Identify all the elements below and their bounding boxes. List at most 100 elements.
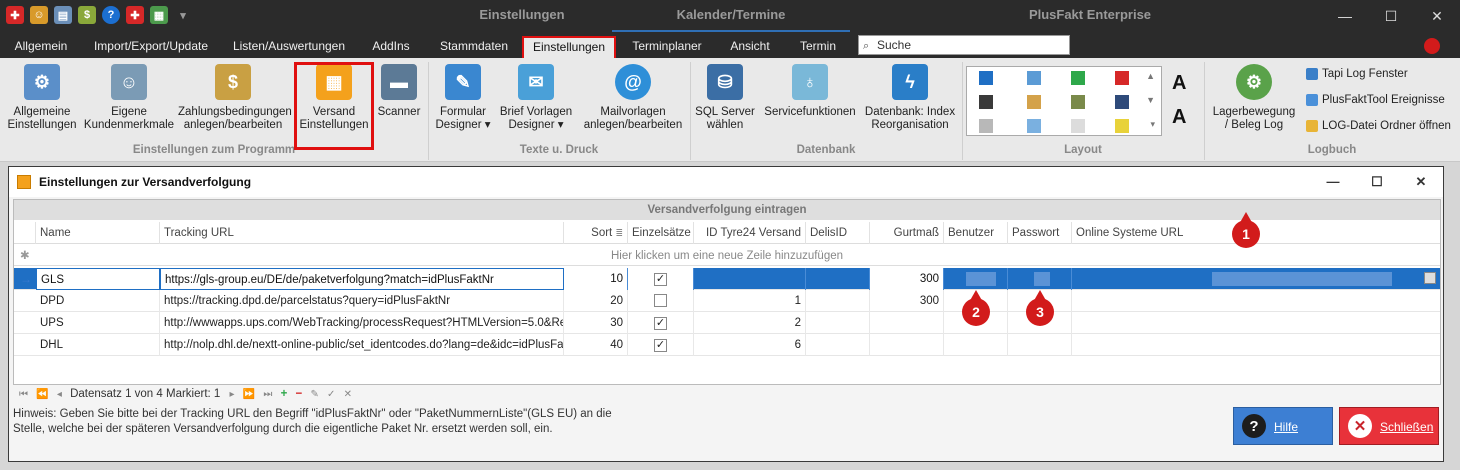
cell-delisid[interactable]: [806, 268, 870, 290]
col-header-gurtmass[interactable]: Gurtmaß: [870, 222, 944, 244]
gallery-more-icon[interactable]: ▾: [1150, 119, 1155, 130]
users-icon[interactable]: ☺: [30, 6, 48, 24]
cell-tyre24[interactable]: 6: [694, 334, 806, 356]
search-input[interactable]: ⌕ Suche: [858, 35, 1070, 55]
cell-passwort[interactable]: [1008, 334, 1072, 356]
zahlungsbedingungen-button[interactable]: $ Zahlungsbedingungen anlegen/bearbeiten: [178, 64, 292, 132]
tapi-log-button[interactable]: Tapi Log Fenster: [1306, 68, 1408, 80]
money-icon[interactable]: $: [78, 6, 96, 24]
minimize-button[interactable]: —: [1322, 0, 1368, 32]
layout-swatch[interactable]: [1027, 71, 1041, 85]
cell-sort[interactable]: 30: [564, 312, 628, 334]
close-dialog-button[interactable]: ✕ Schließen: [1339, 407, 1439, 445]
col-header-name[interactable]: Name: [36, 222, 160, 244]
cell-online-url[interactable]: [1072, 290, 1442, 312]
servicefunktionen-button[interactable]: ♁ Servicefunktionen: [760, 64, 860, 119]
layout-swatch[interactable]: [1115, 71, 1129, 85]
nav-prev-icon[interactable]: ◂: [57, 389, 62, 400]
cell-tyre24[interactable]: 1: [694, 290, 806, 312]
index-reorganisation-button[interactable]: ϟ Datenbank: Index Reorganisation: [862, 64, 958, 132]
layout-swatch[interactable]: [979, 119, 993, 133]
dialog-close-button[interactable]: ✕: [1399, 167, 1443, 197]
cell-sort[interactable]: 10: [564, 268, 628, 290]
tracking-grid[interactable]: Versandverfolgung eintragen Name Trackin…: [13, 199, 1441, 385]
cell-einzelsaetze[interactable]: [628, 290, 694, 312]
sql-server-button[interactable]: ⛁ SQL Server wählen: [694, 64, 756, 132]
cell-delisid[interactable]: [806, 290, 870, 312]
cell-gurtmass[interactable]: 300: [870, 268, 944, 290]
layout-swatch[interactable]: [1071, 95, 1085, 109]
tab-addins[interactable]: AddIns: [364, 36, 418, 58]
cell-name[interactable]: GLS: [36, 268, 160, 290]
table-row[interactable]: GLS https://gls-group.eu/DE/de/paketverf…: [14, 268, 1440, 290]
document-icon[interactable]: ▤: [54, 6, 72, 24]
table-row[interactable]: DPD https://tracking.dpd.de/parcelstatus…: [14, 290, 1440, 312]
cell-tyre24[interactable]: 2: [694, 312, 806, 334]
cell-sort[interactable]: 40: [564, 334, 628, 356]
nav-prev-page-icon[interactable]: ⏪: [36, 389, 48, 400]
layout-swatch[interactable]: [1115, 119, 1129, 133]
checkbox-checked[interactable]: ✓: [654, 317, 667, 330]
brief-vorlagen-button[interactable]: ✉ Brief Vorlagen Designer ▾: [496, 64, 576, 132]
layout-swatch[interactable]: [1071, 119, 1085, 133]
nav-edit-icon[interactable]: ✎: [310, 389, 318, 400]
calendar-icon[interactable]: ▦: [150, 6, 168, 24]
kundenmerkmale-button[interactable]: ☺ Eigene Kundenmerkmale: [82, 64, 176, 132]
cell-einzelsaetze[interactable]: ✓: [628, 268, 694, 290]
cell-benutzer[interactable]: [944, 268, 1008, 290]
tab-import-export[interactable]: Import/Export/Update: [88, 36, 214, 58]
cell-online-url[interactable]: [1072, 334, 1442, 356]
cell-einzelsaetze[interactable]: ✓: [628, 312, 694, 334]
cell-gurtmass[interactable]: 300: [870, 290, 944, 312]
cell-einzelsaetze[interactable]: ✓: [628, 334, 694, 356]
dialog-minimize-button[interactable]: —: [1311, 167, 1355, 197]
gallery-up-icon[interactable]: ▲: [1146, 71, 1155, 81]
layout-gallery[interactable]: ▲ ▼ ▾: [966, 66, 1162, 136]
cell-online-url[interactable]: [1072, 312, 1442, 334]
tab-terminplaner[interactable]: Terminplaner: [624, 36, 710, 58]
cell-sort[interactable]: 20: [564, 290, 628, 312]
tab-termin[interactable]: Termin: [790, 36, 846, 58]
nav-cancel-icon[interactable]: ✕: [344, 389, 352, 400]
layout-swatch[interactable]: [1027, 95, 1041, 109]
cell-url[interactable]: http://nolp.dhl.de/nextt-online-public/s…: [160, 334, 564, 356]
tab-stammdaten[interactable]: Stammdaten: [432, 36, 516, 58]
help-button[interactable]: ? Hilfe: [1233, 407, 1333, 445]
mailvorlagen-button[interactable]: @ Mailvorlagen anlegen/bearbeiten: [578, 64, 688, 132]
allgemeine-einstellungen-button[interactable]: ⚙ Allgemeine Einstellungen: [4, 64, 80, 132]
checkbox-checked[interactable]: ✓: [654, 339, 667, 352]
font-decrease-icon[interactable]: A: [1172, 106, 1186, 129]
cell-benutzer[interactable]: [944, 334, 1008, 356]
layout-swatch[interactable]: [979, 95, 993, 109]
cell-url[interactable]: http://wwwapps.ups.com/WebTracking/proce…: [160, 312, 564, 334]
layout-swatch[interactable]: [1115, 95, 1129, 109]
layout-swatch[interactable]: [1071, 71, 1085, 85]
cell-gurtmass[interactable]: [870, 312, 944, 334]
layout-swatch[interactable]: [1027, 119, 1041, 133]
chevron-down-icon[interactable]: ▾: [174, 6, 192, 24]
lagerbewegung-button[interactable]: ⚙ Lagerbewegung / Beleg Log: [1208, 64, 1300, 132]
cell-name[interactable]: DHL: [36, 334, 160, 356]
help-icon[interactable]: ?: [102, 6, 120, 24]
close-button[interactable]: ✕: [1414, 0, 1460, 32]
col-header-einzelsaetze[interactable]: Einzelsätze: [628, 222, 694, 244]
cell-delisid[interactable]: [806, 334, 870, 356]
ribbon-badge-icon[interactable]: [1424, 38, 1440, 54]
checkbox-unchecked[interactable]: [654, 294, 667, 307]
cell-online-url[interactable]: [1072, 268, 1442, 290]
cell-url[interactable]: https://tracking.dpd.de/parcelstatus?que…: [160, 290, 564, 312]
font-increase-icon[interactable]: A: [1172, 72, 1186, 95]
table-row[interactable]: UPS http://wwwapps.ups.com/WebTracking/p…: [14, 312, 1440, 334]
nav-add-icon[interactable]: +: [281, 388, 288, 400]
col-header-tyre24[interactable]: ID Tyre24 Versand: [694, 222, 806, 244]
cell-gurtmass[interactable]: [870, 334, 944, 356]
col-header-benutzer[interactable]: Benutzer: [944, 222, 1008, 244]
edit-button-icon[interactable]: [1424, 272, 1436, 284]
nav-first-icon[interactable]: ⏮: [19, 389, 28, 400]
tab-allgemein[interactable]: Allgemein: [8, 36, 74, 58]
scanner-button[interactable]: ▬ Scanner: [374, 64, 424, 119]
tool-events-button[interactable]: PlusFaktTool Ereignisse: [1306, 94, 1445, 106]
gallery-down-icon[interactable]: ▼: [1146, 95, 1155, 105]
cell-name[interactable]: UPS: [36, 312, 160, 334]
nav-next-icon[interactable]: ▸: [230, 389, 235, 400]
